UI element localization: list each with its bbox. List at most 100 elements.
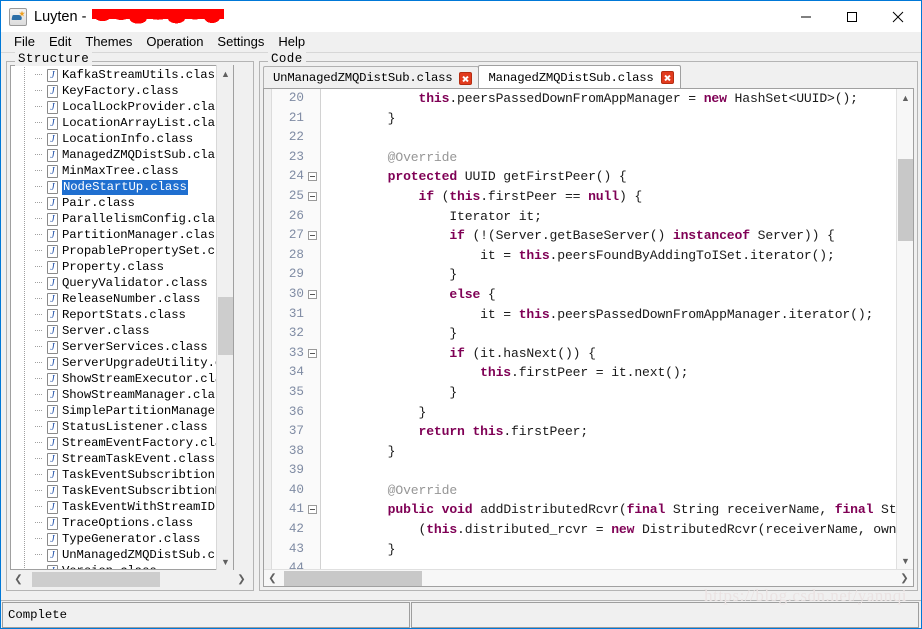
tree-item[interactable]: TaskEventSubscribtionManager.class	[11, 483, 233, 499]
tree-item-label: Pair.class	[62, 196, 135, 211]
tree-item[interactable]: ServerServices.class	[11, 339, 233, 355]
code-token: DistributedRcvr(receiverName, owner, d_c…	[634, 522, 896, 537]
tree-item[interactable]: SimplePartitionManager.class	[11, 403, 233, 419]
tree-item[interactable]: Version.class	[11, 563, 233, 570]
tree-item[interactable]: Property.class	[11, 259, 233, 275]
tree-item[interactable]: LocalLockProvider.class	[11, 99, 233, 115]
tree-item[interactable]: PropablePropertySet.class	[11, 243, 233, 259]
tree-item-label: StreamEventFactory.class	[62, 436, 234, 451]
editor-scroll-left-icon[interactable]: ❮	[264, 570, 281, 587]
tree-item[interactable]: TaskEventWithStreamID.class	[11, 499, 233, 515]
code-token: this	[519, 307, 550, 322]
tree-guide-line	[24, 307, 25, 323]
tree-item[interactable]: TaskEventSubscribtion.class	[11, 467, 233, 483]
close-tab-icon[interactable]	[661, 71, 674, 84]
tree-item[interactable]: LocationInfo.class	[11, 131, 233, 147]
tree-elbow-line	[35, 522, 43, 523]
tree-item[interactable]: ShowStreamExecutor.class	[11, 371, 233, 387]
tree-horizontal-scrollbar[interactable]: ❮ ❯	[10, 571, 250, 588]
editor-tab[interactable]: UnManagedZMQDistSub.class	[263, 66, 479, 89]
main-split-pane: Structure KafkaStreamUtils.classKeyFacto…	[1, 54, 922, 601]
menu-themes[interactable]: Themes	[78, 32, 139, 52]
menu-settings[interactable]: Settings	[210, 32, 271, 52]
tree-item[interactable]: StreamTaskEvent.class	[11, 451, 233, 467]
tree-elbow-line	[35, 458, 43, 459]
tree-elbow-line	[35, 90, 43, 91]
editor-scroll-up-icon[interactable]: ▲	[897, 89, 914, 106]
code-line-text: it = this.peersPassedDownFromAppManager.…	[326, 305, 873, 325]
menu-operation[interactable]: Operation	[139, 32, 210, 52]
code-fold-icon[interactable]	[308, 172, 317, 181]
code-line: 38 }	[264, 442, 896, 462]
tree-item[interactable]: Pair.class	[11, 195, 233, 211]
code-fold-icon[interactable]	[308, 192, 317, 201]
close-tab-icon[interactable]	[459, 72, 472, 85]
scroll-up-icon[interactable]: ▲	[217, 65, 234, 82]
tree-item-label: QueryValidator.class	[62, 276, 208, 291]
menu-edit[interactable]: Edit	[42, 32, 78, 52]
tree-guide-line	[24, 403, 25, 419]
line-number: 35	[264, 383, 304, 403]
tree-guide-line	[24, 275, 25, 291]
menu-help[interactable]: Help	[271, 32, 312, 52]
code-fold-icon[interactable]	[308, 290, 317, 299]
code-lines: 20 this.peersPassedDownFromAppManager = …	[264, 89, 896, 569]
tree-item[interactable]: NodeStartUp.class	[11, 179, 233, 195]
editor-vscroll-thumb[interactable]	[898, 159, 913, 241]
tree-item[interactable]: StatusListener.class	[11, 419, 233, 435]
tree-item[interactable]: ServerUpgradeUtility.class	[11, 355, 233, 371]
tree-vscroll-thumb[interactable]	[218, 297, 233, 355]
minimize-button[interactable]	[783, 1, 829, 32]
tree-item[interactable]: KafkaStreamUtils.class	[11, 67, 233, 83]
maximize-button[interactable]	[829, 1, 875, 32]
code-line-text: @Override	[326, 148, 457, 168]
tree-item[interactable]: StreamEventFactory.class	[11, 435, 233, 451]
scroll-down-icon[interactable]: ▼	[217, 553, 234, 570]
scroll-left-icon[interactable]: ❮	[10, 571, 27, 588]
tree-vertical-scrollbar[interactable]: ▲ ▼	[216, 65, 233, 570]
code-token: if	[449, 228, 464, 243]
editor-hscroll-thumb[interactable]	[284, 571, 422, 586]
close-button[interactable]	[875, 1, 921, 32]
tree-item[interactable]: ShowStreamManager.class	[11, 387, 233, 403]
tree-item[interactable]: ReleaseNumber.class	[11, 291, 233, 307]
tree-hscroll-thumb[interactable]	[32, 572, 160, 587]
tree-guide-line	[24, 371, 25, 387]
tree-item[interactable]: Server.class	[11, 323, 233, 339]
code-fold-icon[interactable]	[308, 231, 317, 240]
editor-viewport[interactable]: 20 this.peersPassedDownFromAppManager = …	[264, 89, 896, 569]
tree-item[interactable]: TraceOptions.class	[11, 515, 233, 531]
tree-item-label: LocalLockProvider.class	[62, 100, 229, 115]
menu-file[interactable]: File	[7, 32, 42, 52]
editor-horizontal-scrollbar[interactable]: ❮ ❯	[264, 569, 913, 586]
code-fold-icon[interactable]	[308, 349, 317, 358]
tree-item[interactable]: QueryValidator.class	[11, 275, 233, 291]
tree-item[interactable]: UnManagedZMQDistSub.class	[11, 547, 233, 563]
tree-item[interactable]: LocationArrayList.class	[11, 115, 233, 131]
code-fold-icon[interactable]	[308, 505, 317, 514]
editor-tab[interactable]: ManagedZMQDistSub.class	[478, 65, 680, 89]
tree-item[interactable]: ParallelismConfig.class	[11, 211, 233, 227]
tree-item[interactable]: ReportStats.class	[11, 307, 233, 323]
scroll-right-icon[interactable]: ❯	[233, 571, 250, 588]
editor-vertical-scrollbar[interactable]: ▲ ▼	[896, 89, 913, 569]
tree-guide-line	[24, 451, 25, 467]
tree-item-label: ServerServices.class	[62, 340, 208, 355]
tree-item[interactable]: KeyFactory.class	[11, 83, 233, 99]
java-class-file-icon	[47, 165, 58, 178]
tree-item[interactable]: ManagedZMQDistSub.class	[11, 147, 233, 163]
tree-elbow-line	[35, 378, 43, 379]
tree-guide-line	[24, 499, 25, 515]
tree-elbow-line	[35, 138, 43, 139]
editor-scroll-right-icon[interactable]: ❯	[896, 570, 913, 587]
code-token: .peersFoundByAddingToISet.iterator();	[550, 248, 835, 263]
tree-item[interactable]: TypeGenerator.class	[11, 531, 233, 547]
tree-item-label: LocationArrayList.class	[62, 116, 229, 131]
tree-item[interactable]: MinMaxTree.class	[11, 163, 233, 179]
class-tree[interactable]: KafkaStreamUtils.classKeyFactory.classLo…	[10, 65, 234, 570]
tree-item[interactable]: PartitionManager.class	[11, 227, 233, 243]
code-area[interactable]: 20 this.peersPassedDownFromAppManager = …	[264, 89, 896, 569]
code-token: return	[419, 424, 465, 439]
code-line: 33 if (it.hasNext()) {	[264, 344, 896, 364]
editor-scroll-down-icon[interactable]: ▼	[897, 552, 914, 569]
